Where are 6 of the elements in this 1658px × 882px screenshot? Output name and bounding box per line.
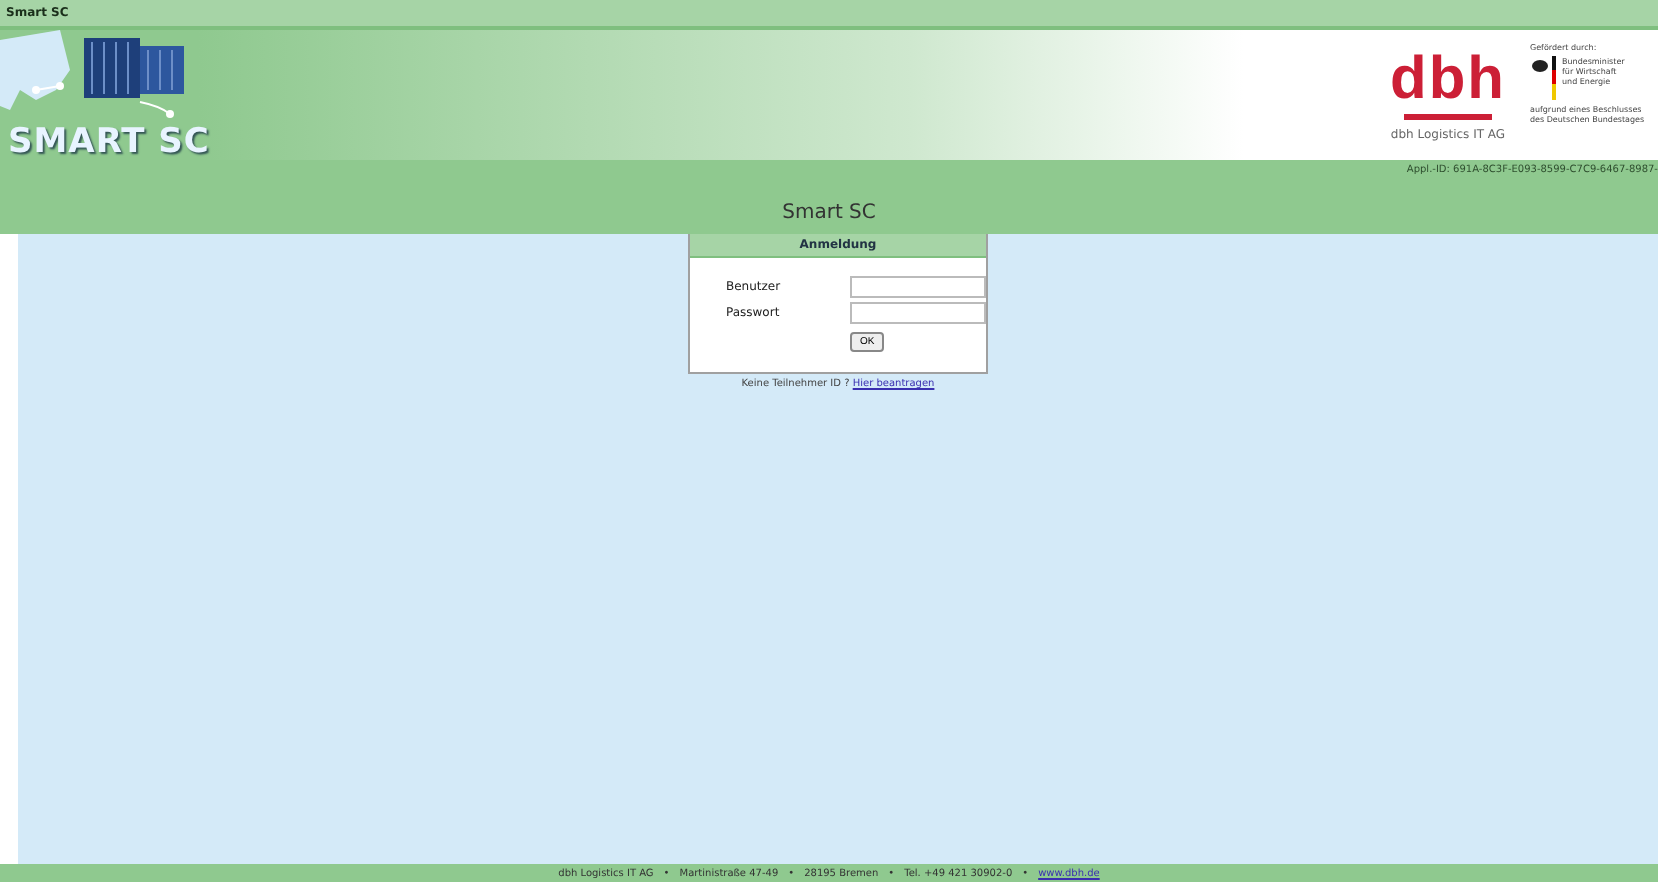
eagle-flag-icon: [1530, 56, 1558, 100]
password-field[interactable]: [850, 302, 986, 324]
company-logo: dbh: [1390, 49, 1506, 109]
logo-text: SMART SC: [8, 122, 210, 162]
username-field[interactable]: [850, 276, 986, 298]
page-title: Smart SC: [782, 202, 876, 224]
